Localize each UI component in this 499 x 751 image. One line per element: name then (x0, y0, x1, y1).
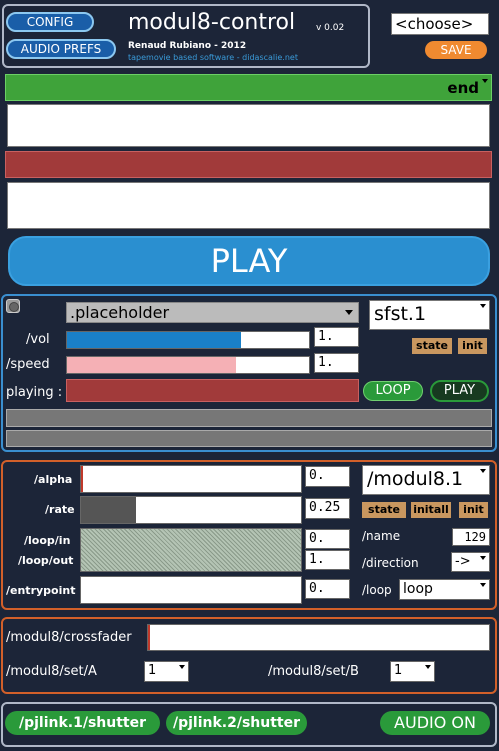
pjlink2-shutter-button-label: /pjlink.2/shutter (172, 715, 301, 731)
playing-bar (66, 379, 359, 402)
loop-mode-select[interactable]: loop (399, 579, 490, 600)
name-value[interactable]: 129 (452, 528, 490, 546)
audio-prefs-button-label: AUDIO PREFS (20, 42, 102, 56)
alpha-slider[interactable] (80, 465, 302, 493)
modul8-target-field[interactable]: /modul8.1 (362, 465, 490, 495)
modul8-initall-button[interactable]: initall (411, 502, 451, 518)
app-tagline: tapemovie based software - didascalie.ne… (128, 53, 298, 62)
sound-target-value: sfst.1 (374, 303, 427, 325)
sound-file-select[interactable]: .placeholder (66, 302, 359, 323)
cue-status-bar (5, 151, 492, 178)
rate-slider-fill (81, 497, 136, 523)
entrypoint-label: /entrypoint (6, 584, 76, 597)
sound-toggle-led-icon (9, 302, 19, 312)
crossfader-slider[interactable] (147, 624, 490, 651)
speed-slider-fill (67, 357, 237, 373)
modul8-target-value: /modul8.1 (367, 468, 464, 490)
sound-target-arrow-icon (480, 304, 486, 308)
set-a-label: /modul8/set/A (6, 664, 97, 679)
modul8-init-button[interactable]: init (459, 502, 488, 518)
loop-in-value[interactable]: 0. (305, 529, 350, 549)
cue-text-field-2[interactable] (7, 182, 490, 229)
set-a-select[interactable]: 1 (144, 661, 189, 682)
crossfader-label: /modul8/crossfader (6, 630, 132, 645)
loop-out-label: /loop/out (18, 554, 74, 567)
vol-slider[interactable] (66, 331, 310, 349)
pjlink1-shutter-button-label: /pjlink.1/shutter (18, 715, 147, 731)
cue-menu-arrow-icon (482, 79, 488, 83)
sound-init-button[interactable]: init (458, 338, 487, 354)
name-value-text: 129 (464, 530, 486, 544)
app-title: modul8-control (128, 10, 296, 35)
set-b-select[interactable]: 1 (390, 661, 435, 682)
speed-label: /speed (6, 357, 50, 372)
pjlink1-shutter-button[interactable]: /pjlink.1/shutter (5, 711, 160, 735)
name-label: /name (362, 529, 401, 543)
audio-on-button[interactable]: AUDIO ON (380, 711, 490, 735)
set-a-dropdown-arrow-icon (179, 665, 185, 669)
direction-select-value: -> (455, 554, 471, 569)
sound-file-dropdown-arrow-icon (345, 310, 353, 315)
save-button[interactable]: SAVE (425, 41, 487, 59)
set-b-select-value: 1 (394, 663, 403, 678)
direction-label: /direction (362, 556, 419, 570)
loop-range-slider[interactable] (80, 528, 302, 572)
modul8-state-button[interactable]: state (362, 502, 406, 518)
cue-name: end (447, 79, 479, 97)
config-button-label: CONFIG (26, 15, 74, 29)
preset-select[interactable]: <choose> (391, 13, 489, 35)
vol-label: /vol (26, 332, 50, 347)
modul8-target-arrow-icon (480, 469, 486, 473)
pjlink2-shutter-button[interactable]: /pjlink.2/shutter (166, 711, 307, 735)
sound-toggle[interactable] (6, 299, 20, 313)
speed-slider[interactable] (66, 356, 310, 374)
cue-name-bar[interactable]: end (5, 74, 492, 101)
loop-in-label: /loop/in (24, 534, 71, 547)
entrypoint-slider[interactable] (80, 576, 302, 604)
direction-select[interactable]: -> (451, 552, 490, 572)
loop-mode-select-value: loop (403, 581, 433, 597)
set-a-select-value: 1 (148, 663, 157, 678)
sound-file-select-value: .placeholder (70, 303, 170, 322)
preset-select-value: <choose> (395, 15, 474, 33)
app-version: v 0.02 (316, 23, 345, 33)
sound-progress-bar-2 (6, 430, 492, 447)
alpha-value[interactable]: 0. (305, 466, 350, 487)
play-cue-button[interactable]: PLAY (8, 236, 490, 286)
playing-label: playing : (6, 385, 63, 400)
sound-state-button[interactable]: state (412, 338, 452, 354)
audio-on-button-label: AUDIO ON (394, 713, 476, 732)
sound-progress-bar-1 (6, 409, 492, 427)
save-button-label: SAVE (440, 43, 472, 57)
loop-button-label: LOOP (375, 383, 411, 398)
direction-dropdown-arrow-icon (480, 556, 486, 560)
config-button[interactable]: CONFIG (6, 12, 94, 32)
rate-slider[interactable] (80, 496, 302, 524)
loop-out-value[interactable]: 1. (305, 550, 350, 570)
vol-value[interactable]: 1. (314, 327, 359, 347)
loop-button[interactable]: LOOP (363, 381, 423, 401)
rate-label: /rate (45, 503, 75, 516)
crossfader-slider-fill (148, 625, 150, 650)
alpha-label: /alpha (34, 473, 73, 486)
sound-play-button-label: PLAY (443, 383, 476, 398)
entrypoint-value[interactable]: 0. (305, 579, 350, 599)
set-b-label: /modul8/set/B (268, 664, 359, 679)
vol-slider-fill (67, 332, 242, 348)
loop-mode-dropdown-arrow-icon (480, 583, 486, 587)
audio-prefs-button[interactable]: AUDIO PREFS (6, 39, 116, 59)
sound-target-field[interactable]: sfst.1 (369, 300, 490, 330)
sound-play-button[interactable]: PLAY (430, 380, 489, 402)
cue-text-field-1[interactable] (7, 104, 490, 147)
speed-value[interactable]: 1. (314, 353, 359, 373)
set-b-dropdown-arrow-icon (425, 665, 431, 669)
app-author: Renaud Rubiano - 2012 (128, 41, 247, 51)
rate-value[interactable]: 0.25 (305, 498, 350, 519)
alpha-slider-fill (81, 466, 83, 492)
play-cue-button-label: PLAY (210, 242, 288, 280)
loop-mode-label: /loop (362, 583, 392, 597)
